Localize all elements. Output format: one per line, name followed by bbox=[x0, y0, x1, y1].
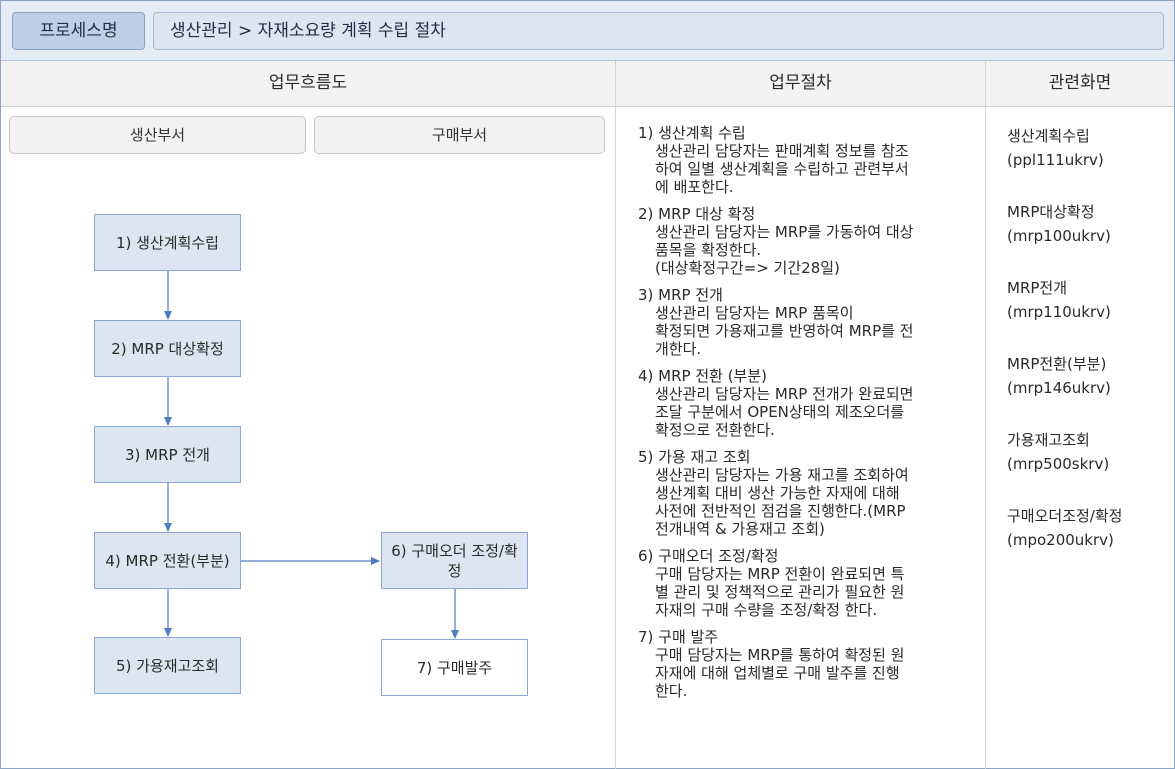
procedure-description: 구매 담당자는 MRP 전환이 완료되면 특 별 관리 및 정책적으로 관리가 … bbox=[655, 565, 905, 619]
procedure-title: 1) 생산계획 수립 bbox=[638, 124, 746, 142]
screen-name[interactable]: MRP대상확정 bbox=[1007, 200, 1167, 224]
procedure-item: 5) 가용 재고 조회 생산관리 담당자는 가용 재고를 조회하여 생산계획 대… bbox=[638, 448, 973, 538]
process-panel: 프로세스명 생산관리 > 자재소요량 계획 수립 절차 업무흐름도 업무절차 관… bbox=[0, 0, 1175, 769]
related-screen-link[interactable]: MRP전환(부분) (mrp146ukrv) bbox=[1007, 352, 1167, 400]
flow-step-7: 7) 구매발주 bbox=[381, 639, 528, 696]
procedure-description: 생산관리 담당자는 MRP를 가동하여 대상 품목을 확정한다. (대상확정구간… bbox=[655, 223, 914, 277]
screen-name[interactable]: 생산계획수립 bbox=[1007, 124, 1167, 148]
related-screen-link[interactable]: MRP대상확정 (mrp100ukrv) bbox=[1007, 200, 1167, 248]
procedure-description: 생산관리 담당자는 가용 재고를 조회하여 생산계획 대비 생산 가능한 자재에… bbox=[655, 466, 909, 538]
screen-code: (mpo200ukrv) bbox=[1007, 531, 1114, 549]
flow-step-3: 3) MRP 전개 bbox=[94, 426, 241, 483]
screen-code: (mrp110ukrv) bbox=[1007, 303, 1111, 321]
flow-step-2: 2) MRP 대상확정 bbox=[94, 320, 241, 377]
flow-step-1: 1) 생산계획수립 bbox=[94, 214, 241, 271]
flow-step-6: 6) 구매오더 조정/확정 bbox=[381, 532, 528, 589]
procedure-item: 7) 구매 발주 구매 담당자는 MRP를 통하여 확정된 원 자재에 대해 업… bbox=[638, 628, 973, 700]
procedure-title: 2) MRP 대상 확정 bbox=[638, 205, 756, 223]
flow-step-5: 5) 가용재고조회 bbox=[94, 637, 241, 694]
procedure-list: 1) 생산계획 수립 생산관리 담당자는 판매계획 정보를 참조 하여 일별 생… bbox=[638, 124, 973, 709]
procedure-description: 생산관리 담당자는 MRP 품목이 확정되면 가용재고를 반영하여 MRP를 전… bbox=[655, 304, 914, 358]
screen-name[interactable]: MRP전환(부분) bbox=[1007, 352, 1167, 376]
related-screen-link[interactable]: 구매오더조정/확정 (mpo200ukrv) bbox=[1007, 504, 1167, 552]
procedure-item: 4) MRP 전환 (부분) 생산관리 담당자는 MRP 전개가 완료되면 조달… bbox=[638, 367, 973, 439]
screen-name[interactable]: 구매오더조정/확정 bbox=[1007, 504, 1167, 528]
procedure-title: 4) MRP 전환 (부분) bbox=[638, 367, 768, 385]
screen-code: (ppl111ukrv) bbox=[1007, 151, 1104, 169]
procedure-description: 생산관리 담당자는 판매계획 정보를 참조 하여 일별 생산계획을 수립하고 관… bbox=[655, 142, 909, 196]
procedure-item: 2) MRP 대상 확정 생산관리 담당자는 MRP를 가동하여 대상 품목을 … bbox=[638, 205, 973, 277]
procedure-item: 3) MRP 전개 생산관리 담당자는 MRP 품목이 확정되면 가용재고를 반… bbox=[638, 286, 973, 358]
procedure-title: 5) 가용 재고 조회 bbox=[638, 448, 751, 466]
procedure-title: 3) MRP 전개 bbox=[638, 286, 723, 304]
related-screens-list: 생산계획수립 (ppl111ukrv) MRP대상확정 (mrp100ukrv)… bbox=[1007, 124, 1167, 580]
procedure-description: 생산관리 담당자는 MRP 전개가 완료되면 조달 구분에서 OPEN상태의 제… bbox=[655, 385, 914, 439]
screen-code: (mrp100ukrv) bbox=[1007, 227, 1111, 245]
procedure-item: 1) 생산계획 수립 생산관리 담당자는 판매계획 정보를 참조 하여 일별 생… bbox=[638, 124, 973, 196]
screen-code: (mrp500skrv) bbox=[1007, 455, 1110, 473]
screen-name[interactable]: MRP전개 bbox=[1007, 276, 1167, 300]
procedure-title: 6) 구매오더 조정/확정 bbox=[638, 547, 779, 565]
screen-name[interactable]: 가용재고조회 bbox=[1007, 428, 1167, 452]
procedure-item: 6) 구매오더 조정/확정 구매 담당자는 MRP 전환이 완료되면 특 별 관… bbox=[638, 547, 973, 619]
procedure-title: 7) 구매 발주 bbox=[638, 628, 719, 646]
flow-step-4: 4) MRP 전환(부분) bbox=[94, 532, 241, 589]
related-screen-link[interactable]: 생산계획수립 (ppl111ukrv) bbox=[1007, 124, 1167, 172]
procedure-description: 구매 담당자는 MRP를 통하여 확정된 원 자재에 대해 업체별로 구매 발주… bbox=[655, 646, 905, 700]
screen-code: (mrp146ukrv) bbox=[1007, 379, 1111, 397]
related-screen-link[interactable]: MRP전개 (mrp110ukrv) bbox=[1007, 276, 1167, 324]
related-screen-link[interactable]: 가용재고조회 (mrp500skrv) bbox=[1007, 428, 1167, 476]
